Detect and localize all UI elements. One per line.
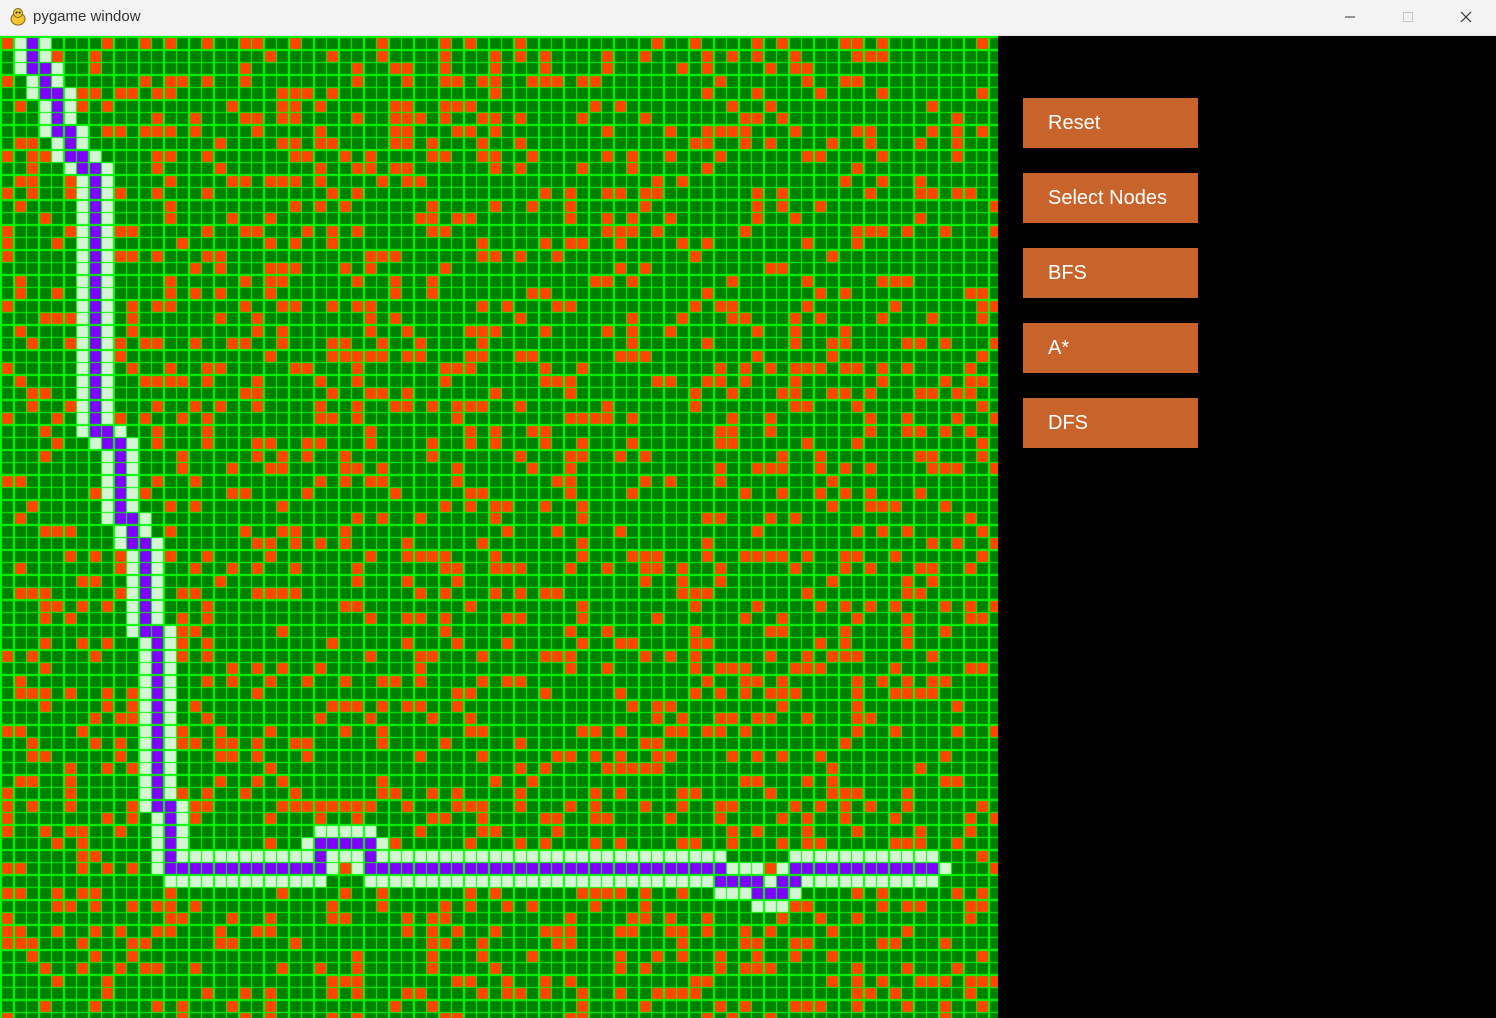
window-title: pygame window <box>33 8 141 25</box>
select-nodes-button[interactable]: Select Nodes <box>1023 173 1198 223</box>
minimize-icon <box>1345 16 1355 18</box>
bfs-button[interactable]: BFS <box>1023 248 1198 298</box>
minimize-button[interactable] <box>1322 0 1380 35</box>
pathfinding-grid[interactable] <box>0 36 998 1018</box>
title-bar: pygame window <box>0 0 1496 36</box>
close-button[interactable] <box>1438 0 1496 35</box>
pygame-snake-icon <box>10 8 26 26</box>
close-icon <box>1460 11 1472 23</box>
astar-button[interactable]: A* <box>1023 323 1198 373</box>
reset-button[interactable]: Reset <box>1023 98 1198 148</box>
maximize-icon <box>1403 12 1413 22</box>
dfs-button[interactable]: DFS <box>1023 398 1198 448</box>
maximize-button[interactable] <box>1380 0 1438 35</box>
